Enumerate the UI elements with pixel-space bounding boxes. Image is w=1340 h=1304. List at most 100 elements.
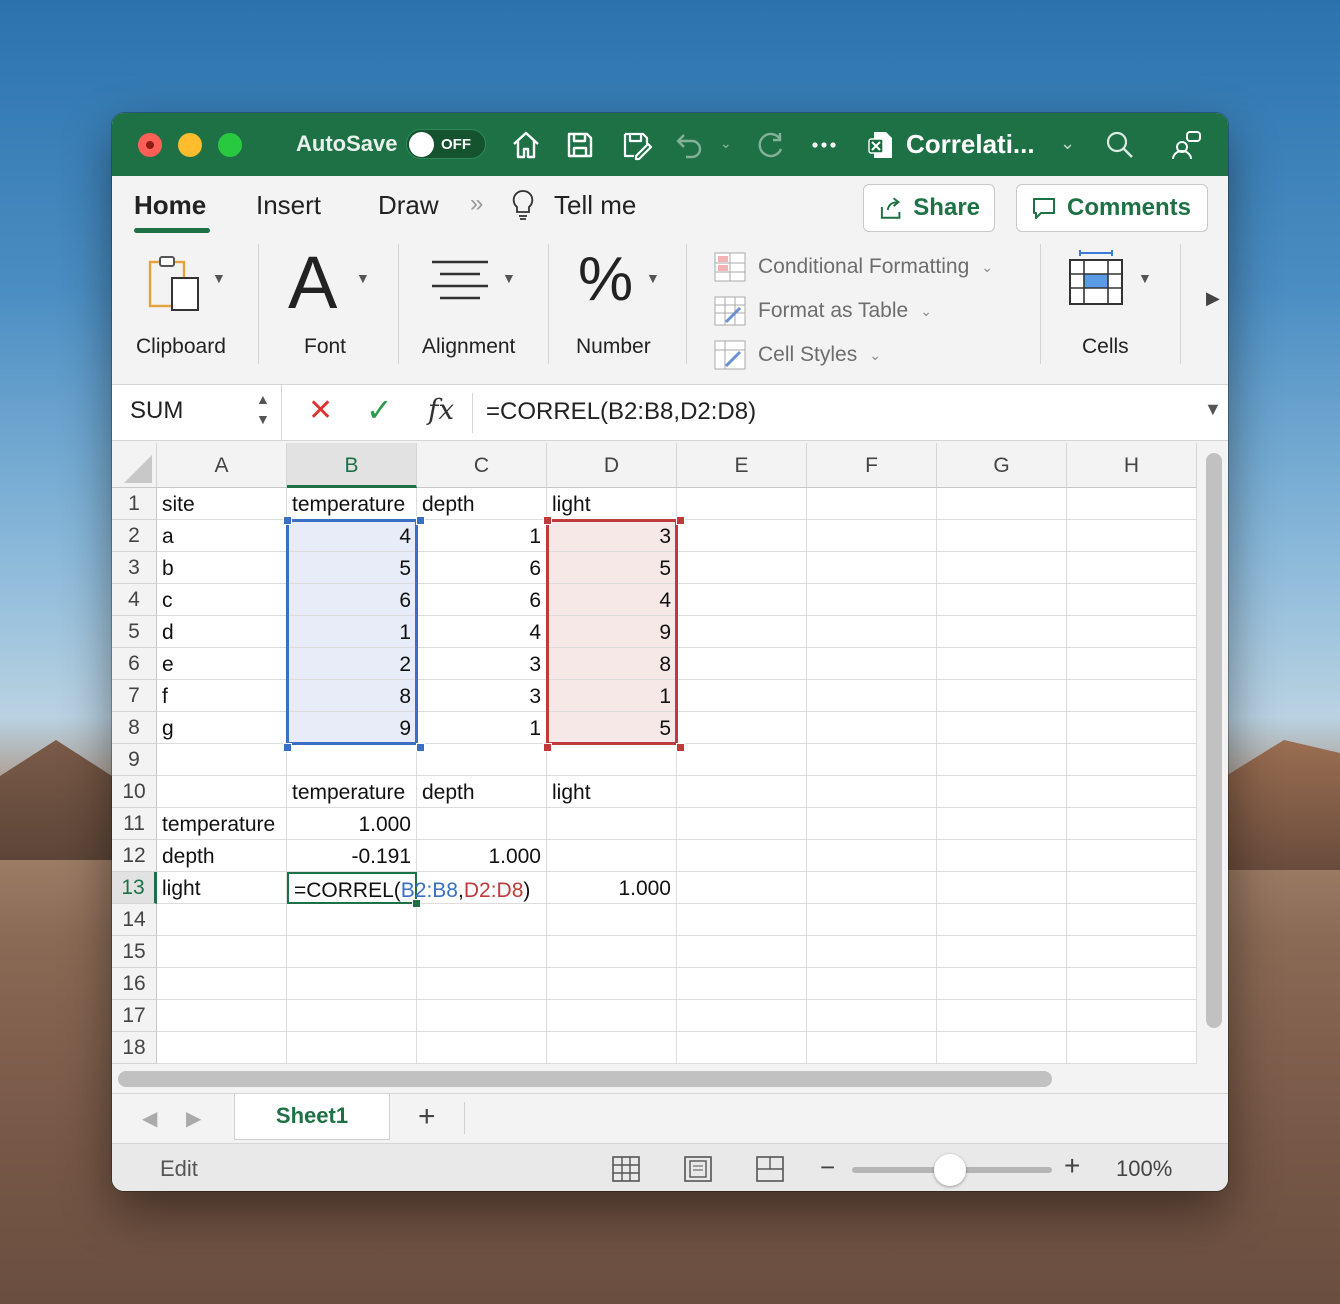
cell-e1[interactable]: [677, 488, 807, 520]
cell-g1[interactable]: [937, 488, 1067, 520]
cell-h17[interactable]: [1067, 1000, 1197, 1032]
cell-f14[interactable]: [807, 904, 937, 936]
cell-f8[interactable]: [807, 712, 937, 744]
close-window-button[interactable]: [138, 133, 162, 157]
cell-g16[interactable]: [937, 968, 1067, 1000]
format-as-table-button[interactable]: Format as Table ⌄: [714, 296, 932, 326]
cells-group[interactable]: ▼ Cells: [1064, 240, 1174, 385]
cell-c18[interactable]: [417, 1032, 547, 1064]
cell-a17[interactable]: [157, 1000, 287, 1032]
cell-b13[interactable]: =CORREL(B2:B8,D2:D8): [287, 872, 530, 904]
cell-c7[interactable]: 3: [417, 680, 547, 712]
cell-a14[interactable]: [157, 904, 287, 936]
cell-h15[interactable]: [1067, 936, 1197, 968]
cancel-icon[interactable]: ✕: [308, 393, 333, 428]
row-header-8[interactable]: 8: [112, 712, 157, 744]
cell-d5[interactable]: 9: [547, 616, 677, 648]
row-header-4[interactable]: 4: [112, 584, 157, 616]
cell-e18[interactable]: [677, 1032, 807, 1064]
more-tabs-icon[interactable]: »: [470, 190, 483, 218]
row-header-14[interactable]: 14: [112, 904, 157, 936]
sheet-tab-sheet1[interactable]: Sheet1: [234, 1094, 390, 1140]
people-icon[interactable]: [1170, 129, 1202, 161]
row-header-15[interactable]: 15: [112, 936, 157, 968]
cell-d8[interactable]: 5: [547, 712, 677, 744]
cell-g3[interactable]: [937, 552, 1067, 584]
row-header-16[interactable]: 16: [112, 968, 157, 1000]
name-box[interactable]: SUM ▲ ▼: [112, 385, 282, 440]
zoom-out-button[interactable]: −: [820, 1152, 835, 1183]
cell-h10[interactable]: [1067, 776, 1197, 808]
row-header-12[interactable]: 12: [112, 840, 157, 872]
cell-c5[interactable]: 4: [417, 616, 547, 648]
cell-g8[interactable]: [937, 712, 1067, 744]
cell-c11[interactable]: [417, 808, 547, 840]
cell-f1[interactable]: [807, 488, 937, 520]
insert-function-button[interactable]: fx: [428, 393, 454, 426]
cell-e4[interactable]: [677, 584, 807, 616]
alignment-dropdown-icon[interactable]: ▼: [502, 270, 516, 286]
cell-g10[interactable]: [937, 776, 1067, 808]
cell-f15[interactable]: [807, 936, 937, 968]
cell-a4[interactable]: c: [157, 584, 287, 616]
undo-dropdown-icon[interactable]: ⌄: [720, 135, 732, 152]
cell-h5[interactable]: [1067, 616, 1197, 648]
cell-b18[interactable]: [287, 1032, 417, 1064]
title-chevron-icon[interactable]: ⌄: [1060, 133, 1075, 154]
cell-c6[interactable]: 3: [417, 648, 547, 680]
select-all-corner[interactable]: [112, 443, 157, 488]
cell-d7[interactable]: 1: [547, 680, 677, 712]
cell-e9[interactable]: [677, 744, 807, 776]
cell-h9[interactable]: [1067, 744, 1197, 776]
cell-e15[interactable]: [677, 936, 807, 968]
row-header-7[interactable]: 7: [112, 680, 157, 712]
cell-a13[interactable]: light: [157, 872, 287, 904]
zoom-slider-knob[interactable]: [934, 1154, 966, 1186]
cell-a11[interactable]: temperature: [157, 808, 287, 840]
cell-f12[interactable]: [807, 840, 937, 872]
cell-f2[interactable]: [807, 520, 937, 552]
cell-a1[interactable]: site: [157, 488, 287, 520]
cell-d11[interactable]: [547, 808, 677, 840]
cell-h6[interactable]: [1067, 648, 1197, 680]
row-header-3[interactable]: 3: [112, 552, 157, 584]
cell-f10[interactable]: [807, 776, 937, 808]
autosave-toggle[interactable]: OFF: [406, 129, 486, 159]
cell-f5[interactable]: [807, 616, 937, 648]
document-title[interactable]: Correlati...: [906, 129, 1035, 160]
enter-icon[interactable]: ✓: [366, 391, 393, 429]
cell-d12[interactable]: [547, 840, 677, 872]
cell-g15[interactable]: [937, 936, 1067, 968]
cell-h8[interactable]: [1067, 712, 1197, 744]
column-header-c[interactable]: C: [417, 443, 547, 488]
cell-f6[interactable]: [807, 648, 937, 680]
cell-f7[interactable]: [807, 680, 937, 712]
number-group[interactable]: % ▼ Number: [568, 240, 678, 385]
column-header-b[interactable]: B: [287, 443, 417, 488]
cell-g7[interactable]: [937, 680, 1067, 712]
cell-h1[interactable]: [1067, 488, 1197, 520]
column-header-g[interactable]: G: [937, 443, 1067, 488]
cell-a3[interactable]: b: [157, 552, 287, 584]
clipboard-group[interactable]: ▼ Clipboard: [134, 240, 258, 385]
cell-e16[interactable]: [677, 968, 807, 1000]
column-header-d[interactable]: D: [547, 443, 677, 488]
cell-e2[interactable]: [677, 520, 807, 552]
cell-g12[interactable]: [937, 840, 1067, 872]
cell-f16[interactable]: [807, 968, 937, 1000]
cell-e7[interactable]: [677, 680, 807, 712]
name-box-stepper-icon[interactable]: ▲ ▼: [256, 389, 270, 429]
cell-b9[interactable]: [287, 744, 417, 776]
zoom-level[interactable]: 100%: [1116, 1156, 1172, 1182]
cell-h12[interactable]: [1067, 840, 1197, 872]
save-icon[interactable]: [564, 129, 596, 161]
vertical-scrollbar[interactable]: [1206, 453, 1222, 1028]
cell-f17[interactable]: [807, 1000, 937, 1032]
cell-f9[interactable]: [807, 744, 937, 776]
cell-c12[interactable]: 1.000: [417, 840, 547, 872]
add-sheet-button[interactable]: +: [418, 1100, 436, 1134]
cell-c3[interactable]: 6: [417, 552, 547, 584]
formula-input[interactable]: =CORREL(B2:B8,D2:D8): [486, 398, 756, 426]
cell-e17[interactable]: [677, 1000, 807, 1032]
cell-b1[interactable]: temperature: [287, 488, 417, 520]
